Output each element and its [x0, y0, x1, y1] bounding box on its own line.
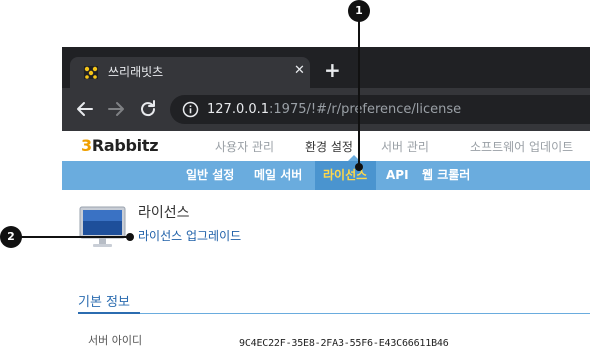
new-tab-button[interactable]: + [324, 60, 341, 80]
url-text: 127.0.0.1:1975/!#/r/preference/license [207, 102, 461, 118]
nav-user-management[interactable]: 사용자 관리 [215, 139, 274, 155]
nav-preferences[interactable]: 환경 설정 [305, 139, 353, 155]
browser-tab[interactable]: 쓰리래빗츠 ✕ [70, 57, 310, 88]
section-title-underline [78, 312, 140, 314]
browser-toolbar: 127.0.0.1:1975/!#/r/preference/license [62, 88, 590, 131]
logo-text: Rabbitz [91, 136, 159, 155]
server-id-value: 9C4EC22F-35E8-2FA3-55F6-E43C66611B46 [239, 338, 449, 349]
sub-nav-web-crawler[interactable]: 웹 크롤러 [422, 167, 470, 183]
section-divider [78, 313, 590, 314]
license-upgrade-link[interactable]: 라이선스 업그레이드 [138, 228, 241, 244]
logo[interactable]: 3Rabbitz [81, 136, 159, 156]
sub-navigation: 일반 설정 메일 서버 라이선스 API 웹 크롤러 [62, 155, 590, 190]
back-arrow-icon[interactable] [74, 98, 96, 120]
callout-1-pointer-dot [355, 163, 363, 171]
section-title-basic-info: 기본 정보 [78, 295, 130, 310]
info-icon[interactable] [182, 101, 199, 118]
server-id-label: 서버 아이디 [88, 334, 143, 347]
nav-server-management[interactable]: 서버 관리 [381, 139, 429, 155]
tab-title: 쓰리래빗츠 [108, 65, 164, 79]
rabbit-favicon-icon [84, 66, 98, 79]
reload-icon[interactable] [137, 98, 159, 120]
address-bar[interactable]: 127.0.0.1:1975/!#/r/preference/license [170, 95, 590, 124]
logo-digit: 3 [81, 136, 92, 155]
callout-2-pointer-dot [126, 233, 134, 241]
callout-badge-1: 1 [348, 0, 370, 22]
app-header: 3Rabbitz 사용자 관리 환경 설정 서버 관리 소프트웨어 업데이트 [62, 131, 590, 161]
tab-strip: 쓰리래빗츠 ✕ + [62, 47, 590, 88]
screenshot-stage: 쓰리래빗츠 ✕ + 127.0.0.1:1975/!#/r/preference… [0, 0, 590, 362]
sub-nav-api[interactable]: API [386, 167, 409, 183]
callout-badge-2: 2 [0, 226, 22, 248]
sub-nav-mail-server[interactable]: 메일 서버 [254, 167, 302, 183]
browser-window: 쓰리래빗츠 ✕ + 127.0.0.1:1975/!#/r/preference… [62, 47, 590, 362]
tab-close-icon[interactable]: ✕ [294, 63, 305, 79]
callout-1-leader-line [358, 21, 360, 165]
forward-arrow-icon[interactable] [105, 98, 127, 120]
callout-2-leader-line [21, 236, 129, 238]
url-host: 127.0.0.1 [207, 102, 270, 117]
page-title: 라이선스 [138, 205, 190, 221]
monitor-icon [79, 206, 126, 247]
nav-software-update[interactable]: 소프트웨어 업데이트 [470, 139, 573, 155]
url-path: :1975/!#/r/preference/license [269, 102, 462, 117]
sub-nav-general[interactable]: 일반 설정 [186, 167, 234, 183]
